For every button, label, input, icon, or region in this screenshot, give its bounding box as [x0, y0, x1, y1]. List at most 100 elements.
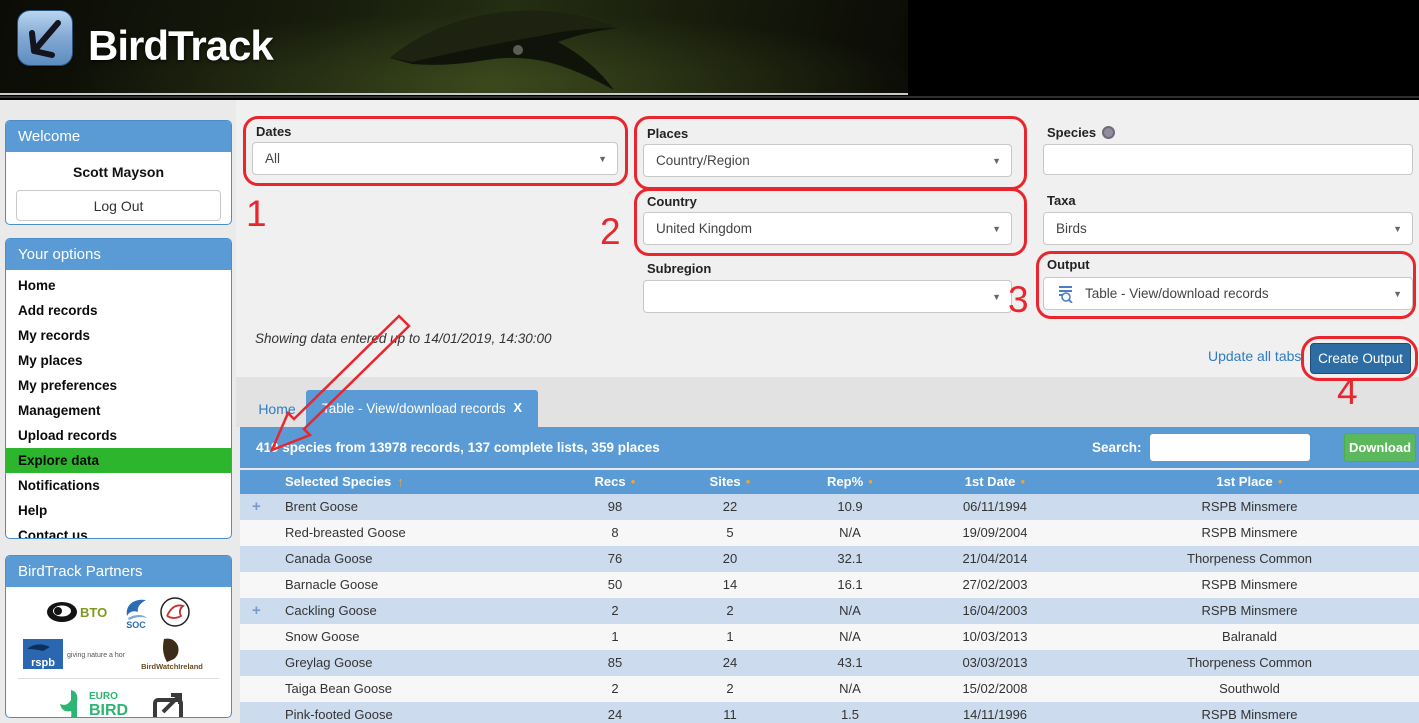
svg-text:rspb: rspb — [31, 657, 55, 669]
birdwatch-ireland-logo[interactable]: BirdWatchIreland — [130, 637, 214, 671]
taxa-label: Taxa — [1047, 193, 1076, 208]
search-input[interactable] — [1150, 434, 1310, 461]
annotation-number-2: 2 — [600, 211, 621, 253]
partners-panel: BirdTrack Partners BTO SOC rspb giving n… — [5, 555, 232, 718]
expand-plus-icon[interactable]: + — [252, 598, 261, 624]
subregion-select[interactable]: ▼ — [643, 280, 1012, 313]
search-label: Search: — [1092, 427, 1142, 468]
first_date-cell: 19/09/2004 — [910, 520, 1080, 546]
recs-cell: 8 — [560, 520, 670, 546]
column-header-sites[interactable]: Sites● — [670, 470, 790, 494]
tab-home[interactable]: Home — [248, 392, 306, 426]
rep-cell: 16.1 — [790, 572, 910, 598]
country-select[interactable]: United Kingdom ▼ — [643, 212, 1012, 245]
species-input[interactable] — [1043, 144, 1413, 175]
soc-logo[interactable]: SOC — [119, 594, 153, 630]
chevron-down-icon: ▼ — [992, 224, 1001, 234]
table-row: Red-breasted Goose85N/A19/09/2004RSPB Mi… — [240, 520, 1419, 546]
recs-cell: 85 — [560, 650, 670, 676]
sidebar-item-explore-data[interactable]: Explore data — [6, 448, 231, 473]
sidebar-item-notifications[interactable]: Notifications — [6, 473, 231, 498]
species-cell: Greylag Goose — [240, 650, 560, 676]
rep-cell: N/A — [790, 624, 910, 650]
app-title: BirdTrack — [88, 22, 273, 70]
species-cell: Barnacle Goose — [240, 572, 560, 598]
recs-cell: 2 — [560, 676, 670, 702]
recs-cell: 2 — [560, 598, 670, 624]
sidebar-item-management[interactable]: Management — [6, 398, 231, 423]
first_place-cell: Thorpeness Common — [1080, 546, 1419, 572]
first_date-cell: 10/03/2013 — [910, 624, 1080, 650]
table-row: Snow Goose11N/A10/03/2013Balranald — [240, 624, 1419, 650]
sort-dot-icon: ● — [631, 477, 636, 486]
first_date-cell: 21/04/2014 — [910, 546, 1080, 572]
dates-select[interactable]: All ▼ — [252, 142, 618, 175]
sidebar-item-my-preferences[interactable]: My preferences — [6, 373, 231, 398]
svg-text:SOC: SOC — [126, 620, 146, 630]
sidebar-item-help[interactable]: Help — [6, 498, 231, 523]
svg-text:BirdWatchIreland: BirdWatchIreland — [141, 662, 203, 671]
column-header-rep[interactable]: Rep%● — [790, 470, 910, 494]
sort-dot-icon: ● — [868, 477, 873, 486]
table-row: Barnacle Goose501416.127/02/2003RSPB Min… — [240, 572, 1419, 598]
first_place-cell: Balranald — [1080, 624, 1419, 650]
recs-cell: 50 — [560, 572, 670, 598]
partners-divider — [18, 678, 219, 679]
bird-club-badge-logo[interactable] — [158, 595, 192, 629]
sidebar-item-my-places[interactable]: My places — [6, 348, 231, 373]
species-cell: +Brent Goose — [240, 494, 560, 520]
taxa-select[interactable]: Birds ▼ — [1043, 212, 1413, 245]
first_date-cell: 15/02/2008 — [910, 676, 1080, 702]
sites-cell: 22 — [670, 494, 790, 520]
sites-cell: 24 — [670, 650, 790, 676]
svg-text:BTO: BTO — [80, 605, 107, 620]
rep-cell: 10.9 — [790, 494, 910, 520]
sort-dot-icon: ● — [746, 477, 751, 486]
euro-bird-portal-logo[interactable]: EURO BIRD PORTAL — [51, 686, 187, 718]
recs-cell: 24 — [560, 702, 670, 723]
column-header-selected-species[interactable]: Selected Species↑ — [240, 470, 560, 494]
close-tab-icon[interactable]: X — [513, 400, 522, 415]
bto-logo[interactable]: BTO — [46, 599, 114, 625]
create-output-button[interactable]: Create Output — [1310, 343, 1411, 374]
table-row: Canada Goose762032.121/04/2014Thorpeness… — [240, 546, 1419, 572]
sidebar-item-home[interactable]: Home — [6, 273, 231, 298]
expand-plus-icon[interactable]: + — [252, 494, 261, 520]
sites-cell: 11 — [670, 702, 790, 723]
osprey-photo-bird — [360, 0, 680, 95]
rspb-logo[interactable]: rspb giving nature a home — [23, 637, 125, 671]
species-cell: Taiga Bean Goose — [240, 676, 560, 702]
options-panel: Your options HomeAdd recordsMy recordsMy… — [5, 238, 232, 539]
sidebar-options-list: HomeAdd recordsMy recordsMy placesMy pre… — [6, 270, 231, 539]
places-select[interactable]: Country/Region ▼ — [643, 144, 1012, 177]
species-cell: Red-breasted Goose — [240, 520, 560, 546]
table-row: Taiga Bean Goose22N/A15/02/2008Southwold — [240, 676, 1419, 702]
first_date-cell: 14/11/1996 — [910, 702, 1080, 723]
birdtrack-logo-icon[interactable] — [17, 10, 73, 66]
recs-cell: 1 — [560, 624, 670, 650]
first_place-cell: RSPB Minsmere — [1080, 572, 1419, 598]
chevron-down-icon: ▼ — [992, 292, 1001, 302]
dates-label: Dates — [256, 124, 291, 139]
download-button[interactable]: Download — [1344, 433, 1416, 462]
column-header-recs[interactable]: Recs● — [560, 470, 670, 494]
output-select[interactable]: Table - View/download records ▼ — [1043, 277, 1413, 310]
annotation-number-3: 3 — [1008, 279, 1029, 321]
sidebar-item-my-records[interactable]: My records — [6, 323, 231, 348]
sidebar-item-add-records[interactable]: Add records — [6, 298, 231, 323]
sidebar-item-contact-us[interactable]: Contact us — [6, 523, 231, 539]
species-info-icon[interactable] — [1102, 126, 1115, 139]
tab-table-view-download[interactable]: Table - View/download records X — [306, 390, 538, 427]
column-header-1st-date[interactable]: 1st Date● — [910, 470, 1080, 494]
rep-cell: N/A — [790, 598, 910, 624]
log-out-button[interactable]: Log Out — [16, 190, 221, 221]
rep-cell: N/A — [790, 676, 910, 702]
column-header-1st-place[interactable]: 1st Place● — [1080, 470, 1419, 494]
update-all-tabs-link[interactable]: Update all tabs — [1208, 348, 1301, 364]
sidebar-item-upload-records[interactable]: Upload records — [6, 423, 231, 448]
rep-cell: 43.1 — [790, 650, 910, 676]
welcome-panel-title: Welcome — [6, 121, 231, 152]
sites-cell: 2 — [670, 676, 790, 702]
rep-cell: N/A — [790, 520, 910, 546]
sort-dot-icon: ● — [1020, 477, 1025, 486]
